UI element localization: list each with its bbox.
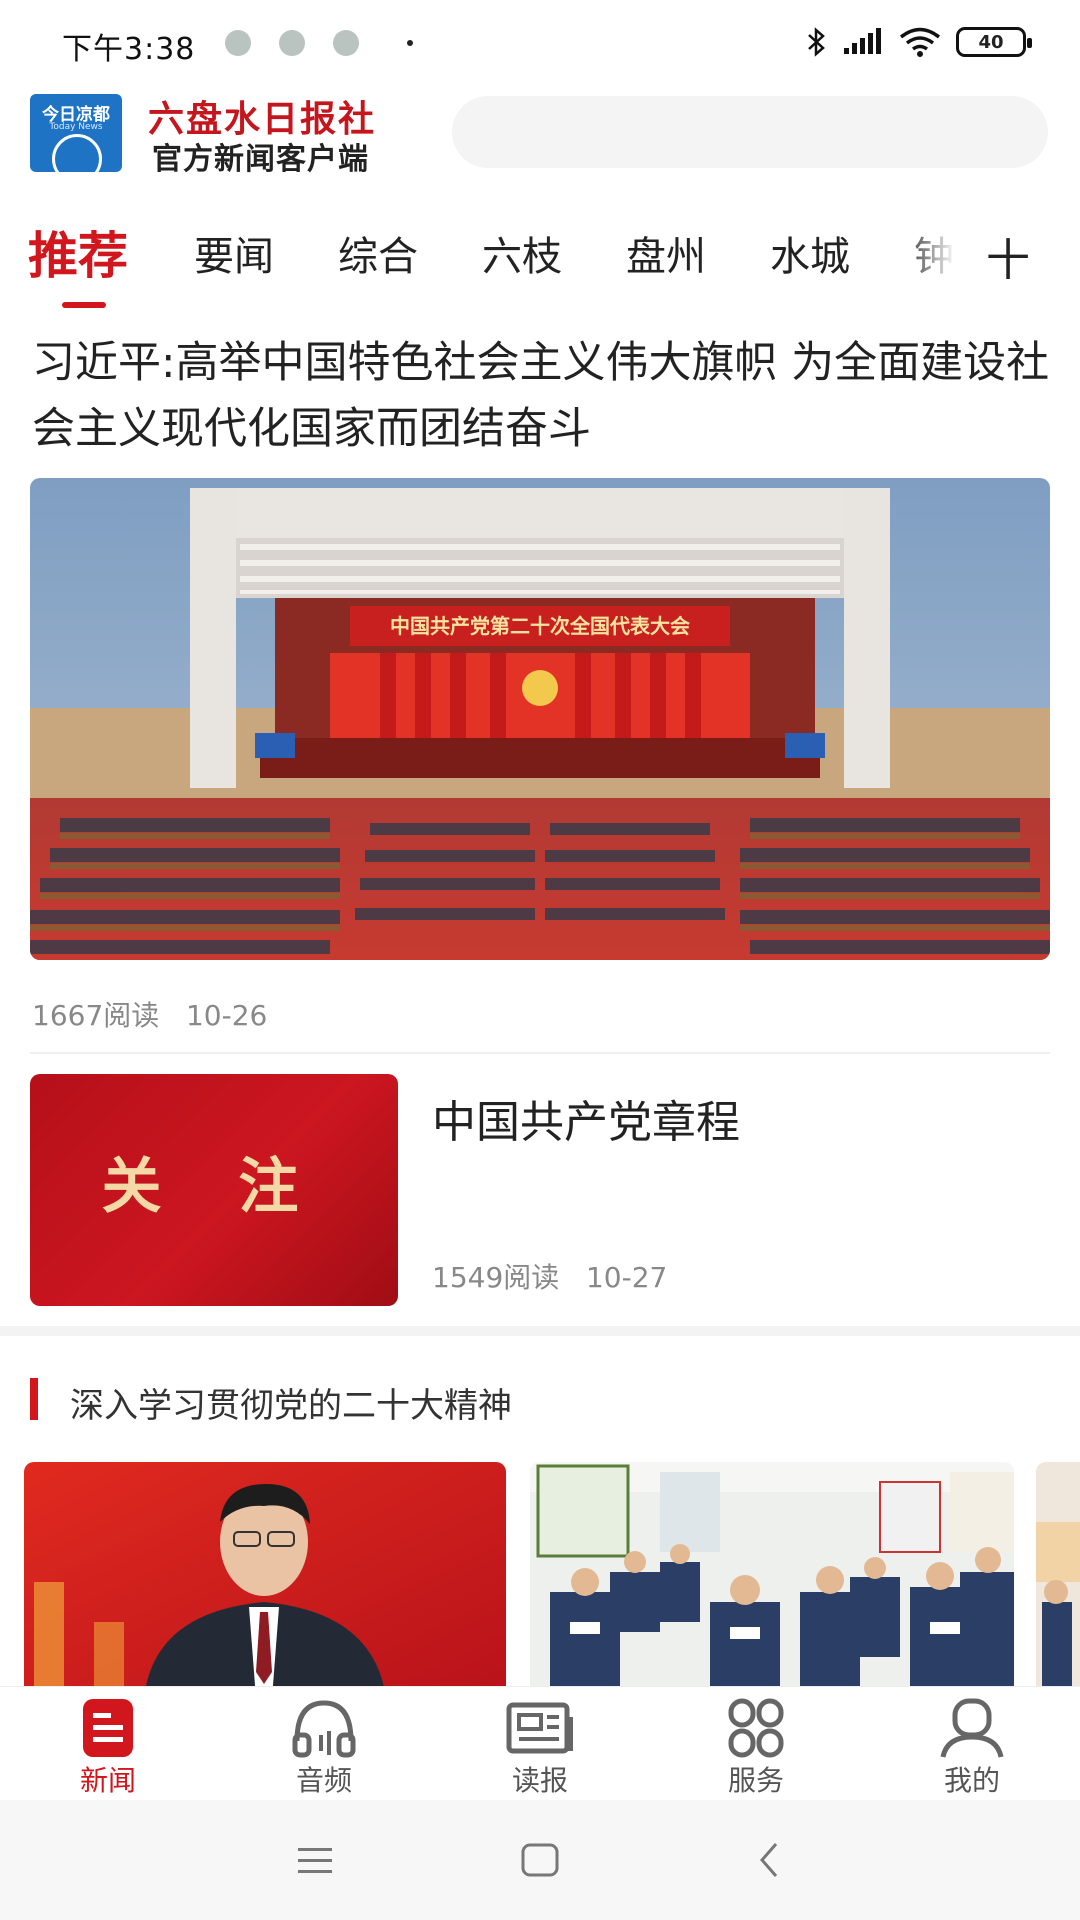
- nav-label: 音频: [295, 1764, 352, 1797]
- tab-general[interactable]: 综合: [338, 224, 418, 282]
- logo-emblem-icon: [52, 134, 102, 172]
- tab-headlines[interactable]: 要闻: [194, 224, 274, 282]
- article-thumbnail[interactable]: 关 注: [30, 1074, 398, 1306]
- notification-icons: [225, 30, 413, 56]
- speaker-image: [24, 1462, 506, 1698]
- bottom-nav: 新闻 音频 读报 服务 我的: [0, 1686, 1080, 1800]
- nav-services[interactable]: 服务: [676, 1687, 836, 1801]
- section-separator: [0, 1326, 1080, 1336]
- status-time: 下午3:38: [62, 32, 196, 67]
- mail-notification-icon: [279, 30, 305, 56]
- thumbnail-text: 关 注: [101, 1152, 327, 1222]
- status-right-icons: 40: [806, 26, 1032, 58]
- feed-divider: [30, 1052, 1050, 1054]
- tab-liuzhi[interactable]: 六枝: [482, 224, 562, 282]
- system-navigation-bar: [0, 1800, 1080, 1920]
- read-count: 1549阅读: [432, 1261, 560, 1294]
- section-card-study[interactable]: [530, 1462, 1014, 1698]
- nav-news[interactable]: 新闻: [28, 1687, 188, 1801]
- add-channel-button[interactable]: 十: [986, 224, 1030, 288]
- app-header: 今日凉都 Today News 六盘水日报社 官方新闻客户端: [0, 86, 1080, 186]
- brand-subtitle: 官方新闻客户端: [152, 142, 369, 177]
- battery-indicator: 40: [956, 27, 1032, 57]
- section-title[interactable]: 深入学习贯彻党的二十大精神: [70, 1378, 512, 1427]
- congress-hall-image: 中国共产党第二十次全国代表大会: [30, 478, 1050, 960]
- signal-icon: [844, 28, 881, 54]
- nav-label: 读报: [511, 1764, 568, 1797]
- headline-article-meta: 1667阅读 10-26: [32, 994, 267, 1034]
- section-card-video[interactable]: [24, 1462, 506, 1698]
- more-notifications-icon: [407, 40, 413, 46]
- hall-banner-text: 中国共产党第二十次全国代表大会: [390, 614, 690, 638]
- nav-label: 我的: [943, 1764, 1000, 1797]
- search-bar[interactable]: [452, 96, 1048, 168]
- partial-card-image: [1036, 1462, 1080, 1698]
- cloud-notification-icon: [225, 30, 251, 56]
- tab-recommend[interactable]: 推荐: [28, 216, 128, 288]
- channel-tabs: 推荐 要闻 综合 六枝 盘州 水城 钟 十: [0, 210, 1080, 310]
- publish-date: 10-26: [185, 999, 268, 1032]
- home-icon[interactable]: [520, 1842, 560, 1878]
- section-card-partial[interactable]: [1036, 1462, 1080, 1698]
- logo-subtitle: Today News: [49, 122, 103, 132]
- bluetooth-icon: [808, 27, 825, 57]
- tab-panzhou[interactable]: 盘州: [626, 224, 706, 282]
- tab-shuicheng[interactable]: 水城: [770, 224, 850, 282]
- nav-audio[interactable]: 音频: [244, 1687, 404, 1801]
- nav-read-paper[interactable]: 读报: [460, 1687, 620, 1801]
- wifi-icon: [899, 27, 941, 57]
- headphones-icon: [292, 1700, 356, 1758]
- article-meta: 1549阅读 10-27: [432, 1256, 667, 1296]
- nav-label: 服务: [727, 1764, 784, 1797]
- newspaper-icon: [506, 1702, 573, 1754]
- read-count: 1667阅读: [32, 999, 160, 1032]
- article-title[interactable]: 中国共产党章程: [432, 1086, 740, 1150]
- recent-apps-icon[interactable]: [296, 1844, 336, 1876]
- nav-label: 新闻: [79, 1764, 136, 1797]
- services-grid-icon: [728, 1698, 784, 1758]
- news-icon: [83, 1699, 133, 1757]
- status-bar: 下午3:38 40: [0, 0, 1080, 86]
- nav-profile[interactable]: 我的: [892, 1687, 1052, 1801]
- publish-date: 10-27: [585, 1261, 668, 1294]
- study-session-image: [530, 1462, 1014, 1698]
- app-notification-icon: [333, 30, 359, 56]
- headline-article-title[interactable]: 习近平:高举中国特色社会主义伟大旗帜 为全面建设社会主义现代化国家而团结奋斗: [32, 330, 1052, 462]
- app-logo[interactable]: 今日凉都 Today News: [30, 94, 122, 172]
- active-tab-indicator: [62, 302, 106, 308]
- back-icon[interactable]: [754, 1840, 784, 1880]
- profile-icon: [940, 1698, 1004, 1758]
- tabs-fade-overlay: [900, 210, 980, 290]
- headline-article-image[interactable]: 中国共产党第二十次全国代表大会: [30, 478, 1050, 960]
- section-accent-bar: [30, 1378, 38, 1420]
